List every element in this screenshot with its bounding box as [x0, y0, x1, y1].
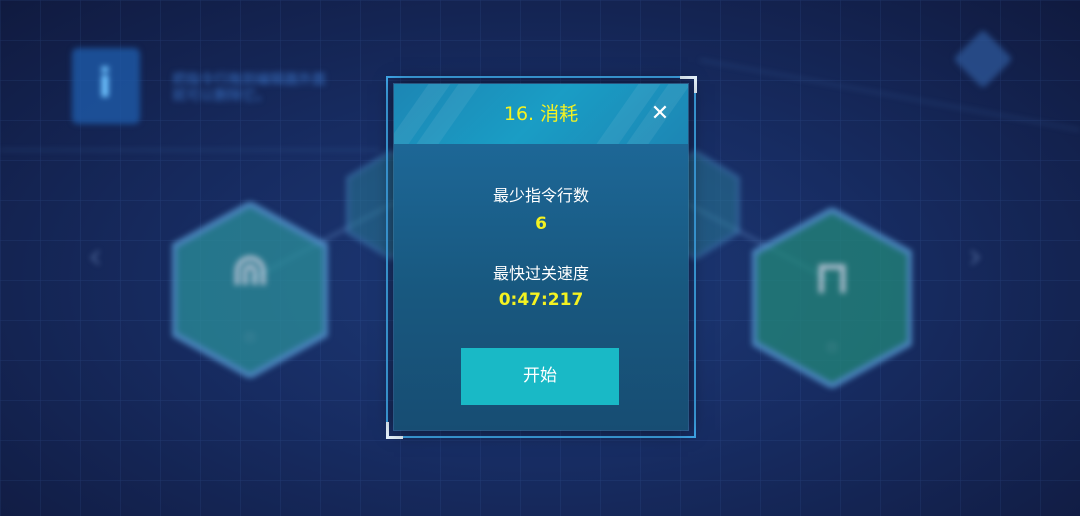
- min-lines-value: 6: [535, 214, 547, 234]
- dialog-frame-top: [386, 76, 696, 78]
- start-button[interactable]: 开始: [461, 348, 619, 405]
- dialog-frame-left: [386, 76, 388, 438]
- best-time-value: 0:47:217: [498, 290, 584, 310]
- best-time-label: 最快过关速度: [492, 264, 589, 283]
- level-label-left: ▢: [245, 332, 255, 343]
- level-title: 16. 消耗: [503, 103, 579, 125]
- level-node-left: ⋒ ▢: [171, 200, 329, 380]
- chevron-left-icon: ‹: [88, 236, 103, 277]
- level-node-right: ⊓ ▢: [751, 206, 913, 390]
- level-label-right: ▢: [827, 342, 837, 353]
- dialog-frame-right: [694, 76, 696, 438]
- dialog-header: 16. 消耗 ✕: [394, 84, 688, 144]
- level-icon-left: ⋒: [230, 242, 270, 296]
- chevron-right-icon: ›: [968, 236, 983, 277]
- level-info-dialog: 16. 消耗 ✕ 最少指令行数 6 最快过关速度 0:47:217 开始: [394, 84, 688, 430]
- dialog-frame-bottom: [386, 436, 696, 438]
- close-icon: ✕: [650, 101, 670, 126]
- min-lines-label: 最少指令行数: [492, 186, 589, 205]
- level-icon-right: ⊓: [813, 250, 851, 304]
- close-button[interactable]: ✕: [648, 102, 672, 126]
